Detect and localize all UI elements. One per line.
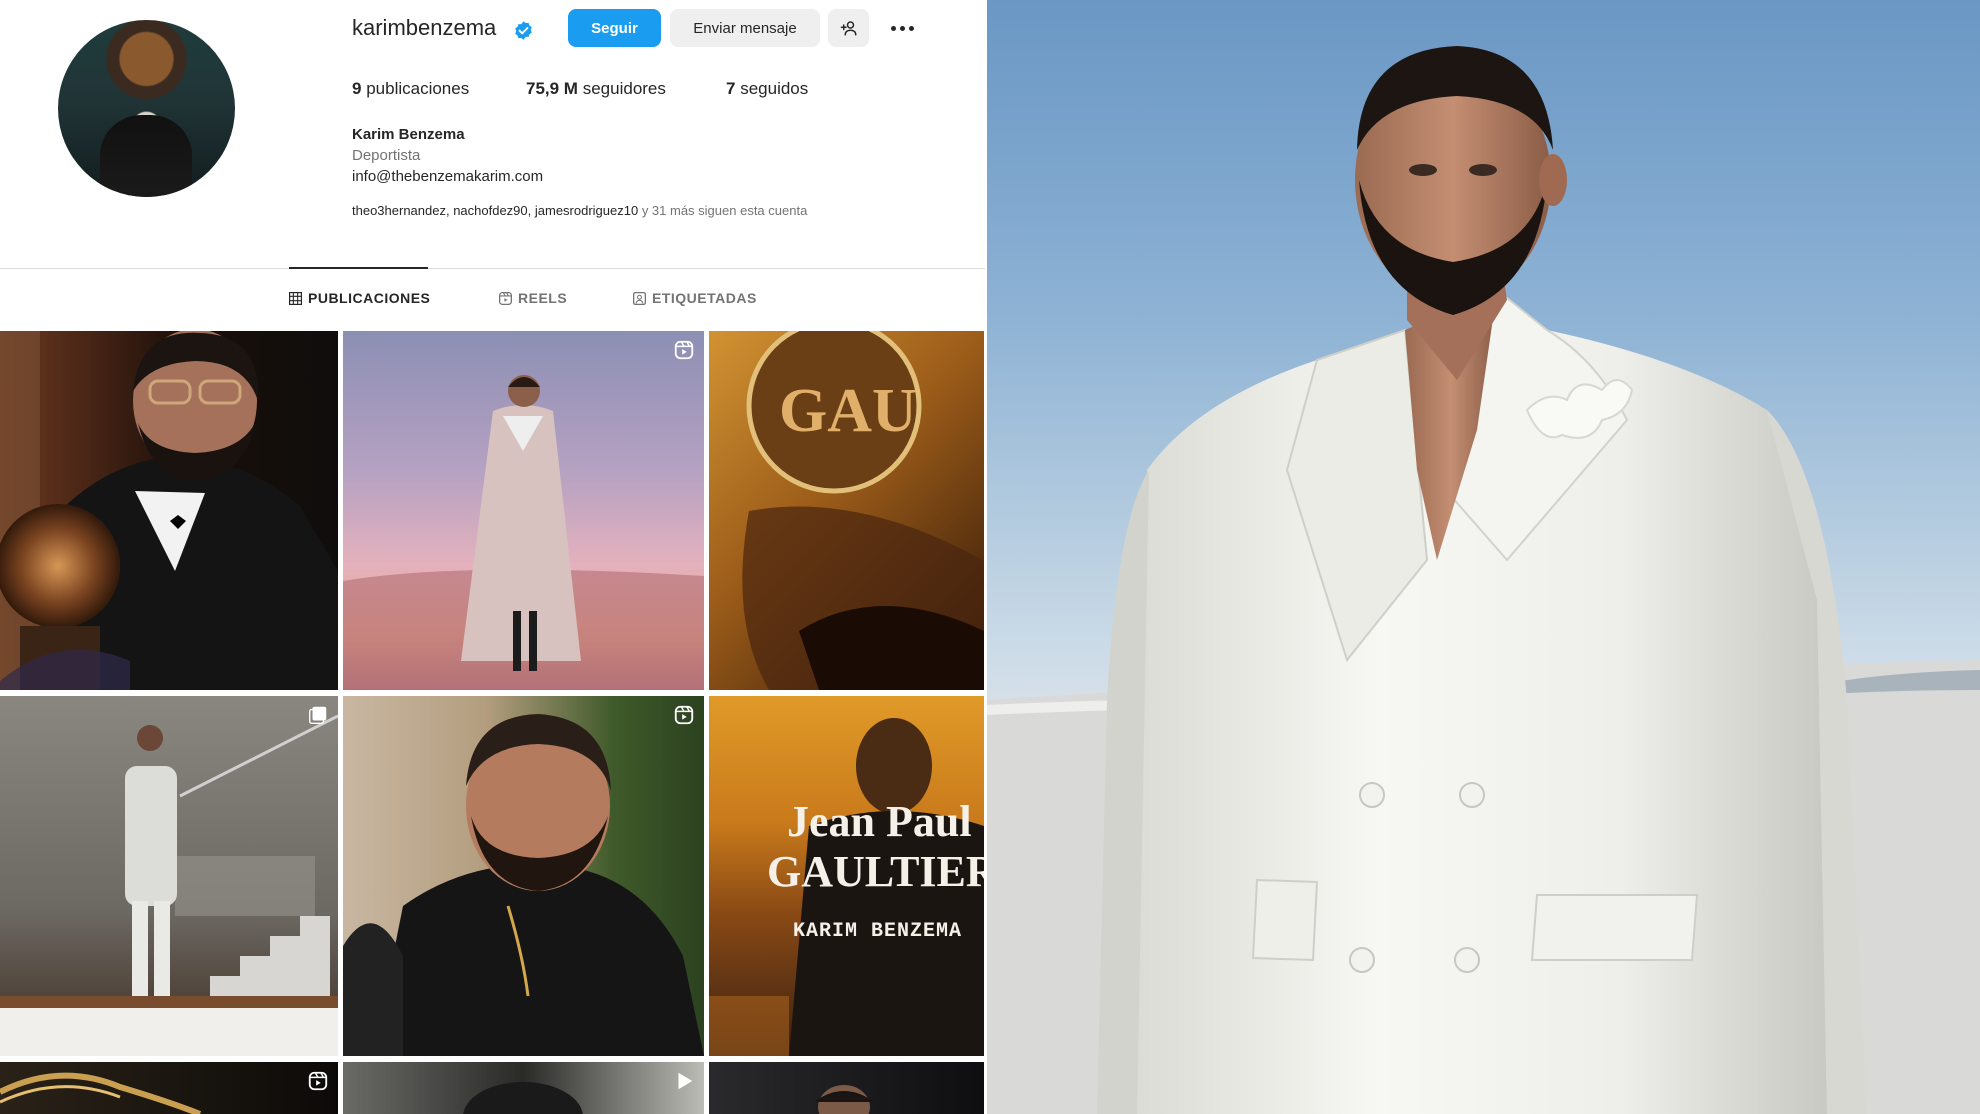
tagged-icon xyxy=(633,291,646,305)
grid-icon xyxy=(289,291,302,305)
tab-publicaciones[interactable]: PUBLICACIONES xyxy=(289,290,430,306)
post-tile[interactable] xyxy=(343,1062,704,1114)
more-options-button[interactable] xyxy=(887,14,917,42)
followed-by[interactable]: theo3hernandez, nachofdez90, jamesrodrig… xyxy=(352,203,807,218)
poster-name-text: KARIM BENZEMA xyxy=(793,920,962,943)
following-stat[interactable]: 7 seguidos xyxy=(726,79,808,99)
suggested-accounts-button[interactable] xyxy=(828,9,869,47)
more-horizontal-icon xyxy=(890,25,896,31)
profile-bio: Karim Benzema Deportista info@thebenzema… xyxy=(352,124,543,187)
tab-reels[interactable]: REELS xyxy=(499,290,567,306)
post-tile[interactable] xyxy=(343,331,704,690)
following-count: 7 xyxy=(726,79,736,98)
tab-etiquetadas-label: ETIQUETADAS xyxy=(652,290,757,306)
followers-stat[interactable]: 75,9 M seguidores xyxy=(526,79,666,99)
profile-username: karimbenzema xyxy=(352,15,497,40)
post-image xyxy=(814,1085,874,1114)
post-image: Jean Paul GAULTIER KARIM BENZEMA xyxy=(709,718,984,1056)
post-image xyxy=(0,331,338,690)
tab-etiquetadas[interactable]: ETIQUETADAS xyxy=(633,290,757,306)
poster-brand-line1: Jean Paul xyxy=(787,797,972,846)
tab-publicaciones-label: PUBLICACIONES xyxy=(308,290,431,306)
post-tile[interactable]: GAU xyxy=(709,331,984,690)
send-message-button[interactable]: Enviar mensaje xyxy=(670,9,820,47)
followed-by-suffix: y 31 más siguen esta cuenta xyxy=(638,203,808,218)
tab-reels-label: REELS xyxy=(518,290,568,306)
verified-badge-icon xyxy=(515,21,532,40)
reels-icon xyxy=(499,291,512,305)
posts-count: 9 xyxy=(352,79,362,98)
post-tile[interactable] xyxy=(0,696,338,1056)
reels-icon xyxy=(308,1071,328,1091)
post-tile[interactable] xyxy=(0,331,338,690)
followed-by-names: theo3hernandez, nachofdez90, jamesrodrig… xyxy=(352,203,639,218)
contact-email[interactable]: info@thebenzemakarim.com xyxy=(352,166,543,187)
followers-count: 75,9 M xyxy=(526,79,578,98)
post-tile[interactable] xyxy=(0,1062,338,1114)
person-plus-icon xyxy=(840,21,856,36)
play-icon xyxy=(678,1072,693,1090)
full-name: Karim Benzema xyxy=(352,126,465,143)
post-image xyxy=(463,1082,583,1114)
sunglasses-reflection-text: GAU xyxy=(779,377,917,445)
post-tile[interactable]: Jean Paul GAULTIER KARIM BENZEMA xyxy=(709,696,984,1056)
reels-icon xyxy=(674,340,694,360)
carousel-icon xyxy=(309,706,327,724)
poster-brand-line2: GAULTIER xyxy=(767,847,984,896)
post-tile[interactable] xyxy=(709,1062,984,1114)
post-image xyxy=(343,714,704,1056)
post-image: GAU xyxy=(742,331,984,690)
post-image xyxy=(0,1072,202,1114)
followers-label: seguidores xyxy=(582,79,666,98)
profile-avatar[interactable] xyxy=(58,20,235,197)
reels-icon xyxy=(674,705,694,725)
post-image xyxy=(343,375,704,690)
post-tile[interactable] xyxy=(343,696,704,1056)
posts-label: publicaciones xyxy=(366,79,470,98)
category-label: Deportista xyxy=(352,147,421,164)
active-tab-indicator xyxy=(289,267,428,269)
posts-stat[interactable]: 9 publicaciones xyxy=(352,79,469,99)
instagram-profile: karimbenzema Seguir Enviar mensaje 9 pub… xyxy=(0,0,987,1114)
post-image xyxy=(0,714,338,1056)
portrait-image xyxy=(987,46,1980,1114)
follow-button[interactable]: Seguir xyxy=(568,9,661,47)
following-label: seguidos xyxy=(740,79,809,98)
portrait-photo xyxy=(987,0,1980,1114)
tabs-divider xyxy=(0,268,985,269)
